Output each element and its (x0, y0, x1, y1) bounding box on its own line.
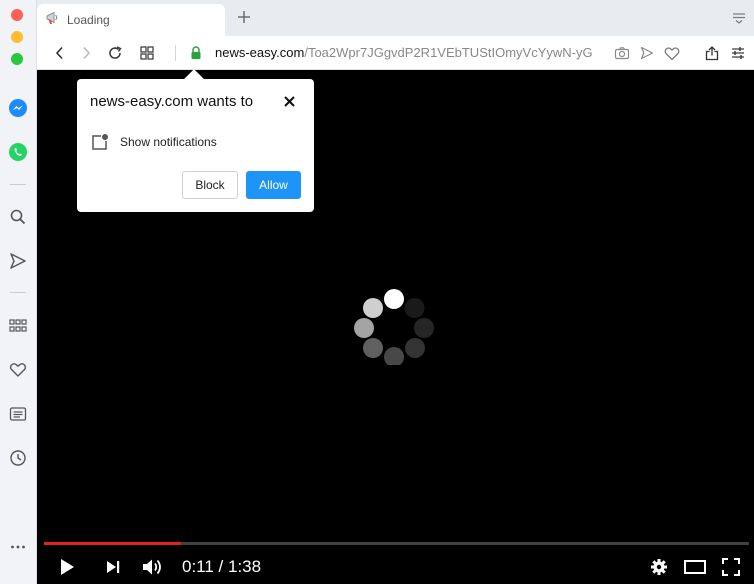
notification-permission-popup: news-easy.com wants to Show notification… (77, 69, 314, 212)
tab-active[interactable]: Loading (37, 4, 225, 36)
search-icon[interactable] (6, 205, 30, 229)
play-icon[interactable] (53, 553, 81, 581)
zoom-window-button[interactable] (11, 53, 23, 65)
lock-icon[interactable] (185, 42, 207, 64)
block-button[interactable]: Block (182, 171, 238, 199)
address-bar[interactable]: news-easy.com/Toa2Wpr7JGgvdP2R1VEbTUStIO… (215, 45, 597, 61)
close-window-button[interactable] (11, 9, 23, 21)
send-icon[interactable] (6, 249, 30, 273)
tab-strip: Loading (37, 0, 754, 36)
sidebar-divider (10, 292, 26, 293)
progress-fill (44, 542, 182, 545)
popup-title: news-easy.com wants to (90, 93, 254, 110)
new-tab-plus-icon[interactable] (233, 6, 255, 28)
easy-setup-icon[interactable] (727, 42, 749, 64)
sidebar (0, 0, 37, 584)
news-icon[interactable] (6, 402, 30, 426)
messenger-icon[interactable] (6, 96, 30, 120)
notification-bell-icon (91, 133, 109, 151)
url-host: news-easy.com (215, 45, 305, 60)
heart-icon[interactable] (6, 358, 30, 382)
loading-spinner-icon (354, 289, 434, 365)
progress-bar[interactable] (44, 542, 749, 545)
send-icon[interactable] (636, 42, 658, 64)
sidebar-divider (10, 184, 26, 185)
settings-gear-icon[interactable] (645, 553, 673, 581)
more-icon[interactable] (6, 535, 30, 559)
navigation-toolbar: news-easy.com/Toa2Wpr7JGgvdP2R1VEbTUStIO… (37, 36, 754, 70)
browser-window: Loading news-easy.com/Toa2Wpr7JGgvdP2R1V… (0, 0, 754, 584)
tab-grid-icon[interactable] (136, 42, 158, 64)
time-display: 0:11 / 1:38 (182, 557, 262, 576)
camera-icon[interactable] (611, 42, 633, 64)
next-icon[interactable] (99, 553, 127, 581)
minimize-window-button[interactable] (11, 31, 23, 43)
permission-label: Show notifications (120, 135, 217, 149)
toolbar-divider (175, 45, 176, 61)
reload-icon[interactable] (104, 42, 126, 64)
forward-arrow-icon[interactable] (75, 42, 97, 64)
theater-mode-icon[interactable] (681, 553, 709, 581)
speed-dial-icon[interactable] (6, 314, 30, 338)
close-icon[interactable] (282, 93, 296, 109)
fullscreen-icon[interactable] (717, 553, 745, 581)
url-path: /Toa2Wpr7JGgvdP2R1VEbTUStIOmyVcYywN-yG (304, 45, 593, 60)
history-icon[interactable] (6, 446, 30, 470)
megaphone-icon (45, 10, 61, 31)
tab-menu-icon[interactable] (730, 10, 748, 26)
heart-icon[interactable] (661, 42, 683, 64)
share-icon[interactable] (701, 42, 723, 64)
volume-icon[interactable] (139, 553, 167, 581)
allow-button[interactable]: Allow (246, 171, 301, 199)
back-arrow-icon[interactable] (49, 42, 71, 64)
tab-title: Loading (67, 13, 110, 27)
whatsapp-icon[interactable] (6, 140, 30, 164)
